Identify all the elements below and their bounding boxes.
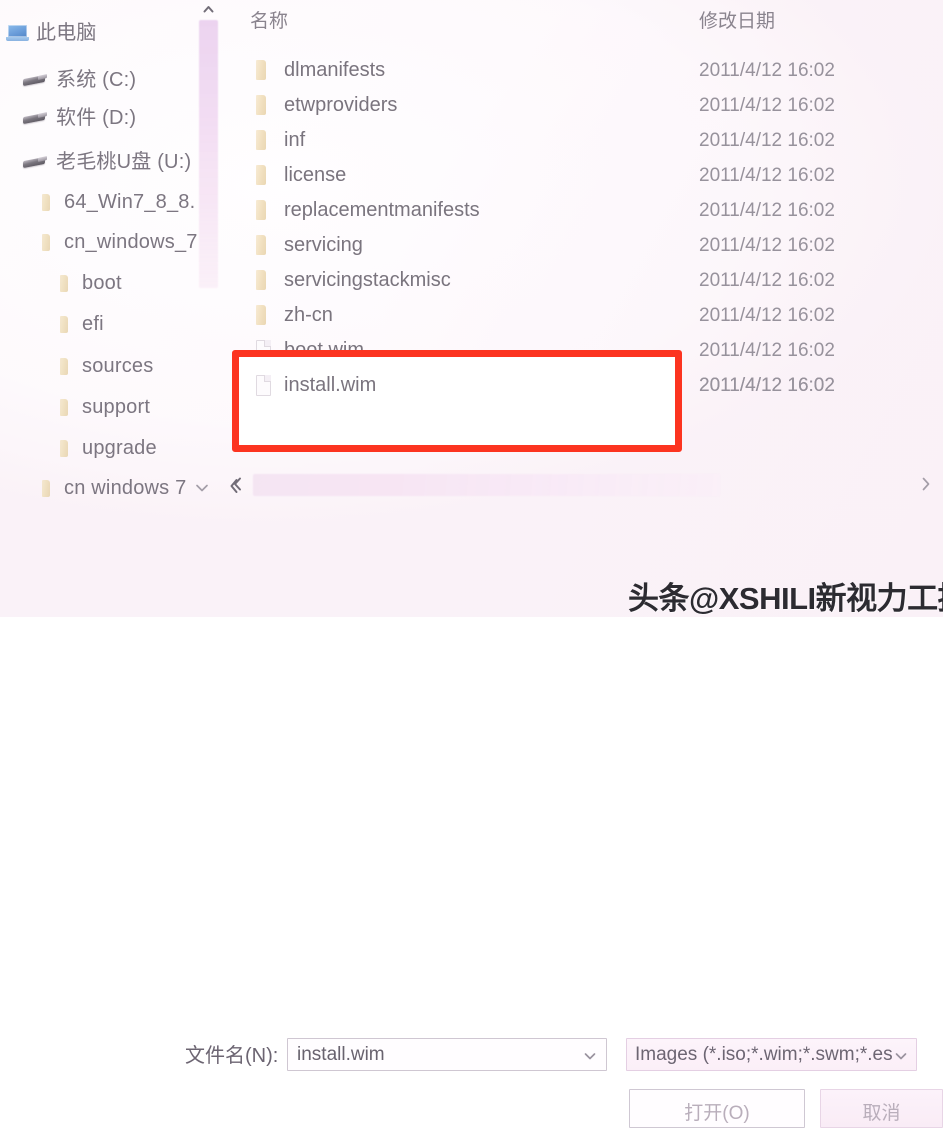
file-date-modified: 2011/4/12 16:02 (699, 164, 835, 186)
folder-icon (58, 274, 71, 293)
filename-chevron-down-icon[interactable] (583, 1051, 597, 1061)
file-date-modified: 2011/4/12 16:02 (699, 94, 835, 116)
folder-icon (58, 315, 71, 334)
folder-icon (58, 398, 71, 417)
open-button-label: 打开(O) (684, 1103, 750, 1124)
tree-item[interactable]: 此电脑 (6, 23, 97, 43)
tree-item-label: sources (82, 355, 154, 377)
tree-item-label: boot (82, 272, 122, 294)
tree-item-label: upgrade (82, 437, 157, 459)
vertical-scroll-thumb[interactable] (199, 20, 218, 288)
tree-item[interactable]: 软件 (D:) (22, 108, 136, 128)
folder-icon (254, 130, 270, 151)
drive-icon (22, 73, 48, 87)
file-list-row[interactable]: inf 2011/4/12 16:02 (232, 123, 943, 158)
file-name: license (284, 164, 347, 186)
tree-item-label: support (82, 396, 151, 418)
filetype-combobox[interactable]: Images (*.iso;*.wim;*.swm;*.es (626, 1038, 917, 1071)
tree-item-label: 此电脑 (36, 22, 97, 44)
tree-item-label: 系统 (C:) (56, 69, 137, 91)
tree-item[interactable]: support (58, 397, 150, 417)
folder-icon (254, 95, 270, 116)
file-name: inf (284, 129, 306, 151)
folder-icon (254, 60, 270, 81)
filename-input-value[interactable]: install.wim (297, 1044, 385, 1066)
tree-item[interactable]: sources (58, 356, 153, 376)
file-name: etwproviders (284, 94, 398, 116)
file-list-row[interactable]: replacementmanifests 2011/4/12 16:02 (232, 193, 943, 228)
file-date-modified: 2011/4/12 16:02 (699, 339, 835, 361)
filename-label: 文件名(N): (185, 1045, 279, 1067)
column-header-date-modified[interactable]: 修改日期 (699, 6, 775, 33)
tree-item-label: 软件 (D:) (56, 107, 137, 129)
file-list-row[interactable]: license 2011/4/12 16:02 (232, 158, 943, 193)
watermark-overlay: 头条@XSHILI新视力工控 (628, 580, 943, 616)
file-date-modified: 2011/4/12 16:02 (699, 199, 835, 221)
drive-icon (22, 155, 48, 169)
folder-icon (254, 270, 270, 291)
column-header-name[interactable]: 名称 (250, 6, 288, 33)
horizontal-scroll-thumb[interactable] (253, 474, 720, 496)
file-date-modified: 2011/4/12 16:02 (699, 304, 835, 326)
folder-icon (254, 165, 270, 186)
open-button[interactable]: 打开(O) (629, 1089, 805, 1128)
cancel-button-label: 取消 (862, 1103, 901, 1124)
file-list-row[interactable]: servicing 2011/4/12 16:02 (232, 228, 943, 263)
tree-item[interactable]: efi (58, 314, 104, 334)
scroll-left-icon[interactable] (230, 475, 245, 493)
file-date-modified: 2011/4/12 16:02 (699, 269, 835, 291)
file-list-row[interactable]: zh-cn 2011/4/12 16:02 (232, 298, 943, 333)
cancel-button[interactable]: 取消 (820, 1089, 943, 1128)
file-date-modified: 2011/4/12 16:02 (699, 129, 835, 151)
filetype-selected-value[interactable]: Images (*.iso;*.wim;*.swm;*.es (635, 1044, 893, 1066)
folder-icon (40, 479, 53, 498)
folder-icon (254, 235, 270, 256)
file-name: dlmanifests (284, 59, 386, 81)
tree-vertical-scrollbar[interactable] (198, 0, 220, 300)
file-name: servicingstackmisc (284, 269, 451, 291)
filename-combobox[interactable]: install.wim (287, 1038, 607, 1071)
scroll-up-icon[interactable] (201, 2, 216, 17)
file-date-modified: 2011/4/12 16:02 (699, 234, 835, 256)
drive-icon (22, 111, 48, 125)
folder-icon (58, 439, 71, 458)
red-annotation-rectangle (232, 350, 682, 452)
tree-item[interactable]: 系统 (C:) (22, 70, 136, 90)
folder-icon (40, 233, 53, 252)
file-list-horizontal-scrollbar[interactable] (228, 466, 943, 504)
tree-item-label: efi (82, 313, 104, 335)
file-list-row[interactable]: servicingstackmisc 2011/4/12 16:02 (232, 263, 943, 298)
tree-item[interactable]: upgrade (58, 438, 157, 458)
file-name: servicing (284, 234, 363, 256)
tree-item-label: cn_windows_7 (64, 231, 198, 253)
file-name: zh-cn (284, 304, 333, 326)
scroll-right-icon[interactable] (918, 475, 933, 493)
tree-item-label: 64_Win7_8_8. (64, 191, 196, 213)
file-list-row[interactable]: etwproviders 2011/4/12 16:02 (232, 88, 943, 123)
tree-item-label: 老毛桃U盘 (U:) (56, 151, 192, 173)
folder-icon (58, 357, 71, 376)
tree-item[interactable]: 64_Win7_8_8. (40, 192, 195, 212)
folder-icon (254, 200, 270, 221)
folder-icon (254, 305, 270, 326)
tree-item[interactable]: cn windows 7 (40, 478, 186, 498)
this-pc-icon (6, 24, 29, 42)
file-list-row[interactable]: dlmanifests 2011/4/12 16:02 (232, 53, 943, 88)
folder-icon (40, 193, 53, 212)
tree-item[interactable]: cn_windows_7 (40, 232, 198, 252)
file-name: replacementmanifests (284, 199, 480, 221)
filetype-chevron-down-icon[interactable] (894, 1051, 908, 1061)
file-date-modified: 2011/4/12 16:02 (699, 374, 835, 396)
tree-item[interactable]: 老毛桃U盘 (U:) (22, 152, 191, 172)
tree-item-label: cn windows 7 (64, 477, 187, 499)
file-date-modified: 2011/4/12 16:02 (699, 59, 835, 81)
tree-item[interactable]: boot (58, 273, 122, 293)
